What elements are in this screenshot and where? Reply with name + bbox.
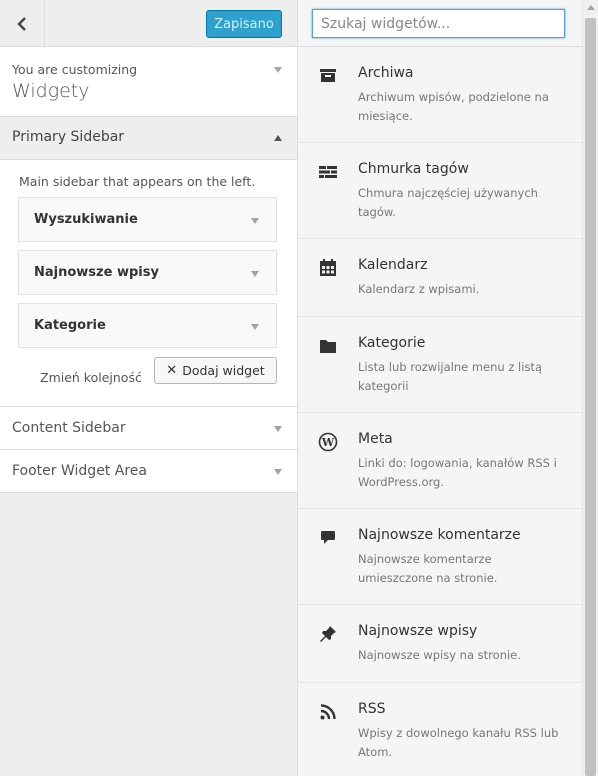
wordpress-icon: W	[318, 432, 338, 452]
widget-description: Najnowsze komentarze umieszczone na stro…	[358, 552, 498, 585]
tag-cloud-icon	[319, 166, 337, 178]
available-widget-meta[interactable]: W Meta Linki do: logowania, kanałów RSS …	[298, 413, 582, 509]
primary-sidebar-content: Main sidebar that appears on the left. W…	[0, 160, 297, 407]
chevron-down-icon[interactable]	[251, 271, 259, 277]
widget-title: RSS	[358, 701, 386, 717]
widget-item-search[interactable]: Wyszukiwanie	[18, 197, 277, 242]
comment-icon	[321, 531, 335, 544]
widget-item-recent-posts[interactable]: Najnowsze wpisy	[18, 250, 277, 295]
section-footer-widget-area[interactable]: Footer Widget Area	[0, 450, 297, 493]
section-content-sidebar[interactable]: Content Sidebar	[0, 407, 297, 450]
primary-sidebar-description: Main sidebar that appears on the left.	[19, 174, 256, 189]
widget-description: Chmura najczęściej używanych tagów.	[358, 186, 538, 219]
back-button[interactable]	[0, 0, 45, 47]
widget-title: Kalendarz	[358, 257, 428, 273]
available-widget-calendar[interactable]: Kalendarz Kalendarz z wpisami.	[298, 239, 582, 317]
section-title: Footer Widget Area	[12, 463, 147, 479]
widget-item-categories[interactable]: Kategorie	[18, 303, 277, 348]
available-widget-recent-posts[interactable]: Najnowsze wpisy Najnowsze wpisy na stron…	[298, 605, 582, 683]
widget-description: Wpisy z dowolnego kanału RSS lub Atom.	[358, 726, 559, 759]
widget-description: Linki do: logowania, kanałów RSS i WordP…	[358, 456, 557, 489]
widget-title: Kategorie	[358, 335, 426, 351]
folder-icon	[320, 340, 336, 353]
chevron-down-icon	[274, 469, 282, 475]
search-input[interactable]	[312, 9, 565, 38]
widget-search-bar	[298, 0, 582, 47]
widget-description: Archiwum wpisów, podzielone na miesiące.	[358, 90, 549, 123]
primary-sidebar-title: Primary Sidebar	[12, 129, 125, 145]
archive-icon	[320, 69, 336, 82]
calendar-icon	[320, 259, 336, 276]
chevron-down-icon[interactable]	[274, 67, 282, 73]
scrollbar-thumb[interactable]	[585, 18, 596, 776]
widget-title: Najnowsze wpisy	[358, 623, 478, 639]
widget-description: Kalendarz z wpisami.	[358, 282, 480, 296]
customizer-panel: Zapisano You are customizing Widgety Pri…	[0, 0, 298, 776]
scroll-up-icon[interactable]	[587, 5, 595, 10]
available-widgets-panel: Archiwa Archiwum wpisów, podzielone na m…	[298, 0, 582, 776]
saved-button[interactable]: Zapisano	[206, 10, 282, 38]
pin-icon	[320, 626, 336, 642]
customizing-info: You are customizing Widgety	[0, 47, 297, 117]
widget-label: Wyszukiwanie	[34, 212, 138, 227]
scrollbar[interactable]	[582, 0, 598, 776]
widget-label: Najnowsze wpisy	[34, 265, 159, 280]
reorder-link[interactable]: Zmień kolejność	[40, 370, 142, 385]
primary-sidebar-header[interactable]: Primary Sidebar	[0, 117, 297, 160]
available-widget-tag-cloud[interactable]: Chmurka tagów Chmura najczęściej używany…	[298, 143, 582, 239]
rss-icon	[320, 704, 336, 720]
add-widget-button[interactable]: ✕ Dodaj widget	[154, 357, 277, 384]
available-widget-archives[interactable]: Archiwa Archiwum wpisów, podzielone na m…	[298, 47, 582, 143]
chevron-down-icon[interactable]	[251, 218, 259, 224]
available-widget-rss[interactable]: RSS Wpisy z dowolnego kanału RSS lub Ato…	[298, 683, 582, 776]
chevron-up-icon	[274, 135, 282, 141]
widget-description: Najnowsze wpisy na stronie.	[358, 648, 521, 662]
page-title: Widgety	[12, 80, 90, 102]
widget-title: Meta	[358, 431, 393, 447]
available-widget-recent-comments[interactable]: Najnowsze komentarze Najnowsze komentarz…	[298, 509, 582, 605]
available-widget-categories[interactable]: Kategorie Lista lub rozwijalne menu z li…	[298, 317, 582, 413]
chevron-down-icon[interactable]	[251, 324, 259, 330]
widget-description: Lista lub rozwijalne menu z listą katego…	[358, 360, 542, 393]
widget-title: Archiwa	[358, 65, 414, 81]
customizing-label: You are customizing	[12, 62, 138, 77]
chevron-down-icon	[274, 426, 282, 432]
svg-text:W: W	[321, 436, 335, 449]
widget-label: Kategorie	[34, 318, 106, 333]
section-title: Content Sidebar	[12, 420, 126, 436]
chevron-left-icon	[17, 16, 26, 31]
add-widget-label: Dodaj widget	[182, 363, 265, 378]
close-icon: ✕	[166, 363, 178, 378]
customizer-header: Zapisano	[0, 0, 297, 47]
widget-title: Chmurka tagów	[358, 161, 469, 177]
widget-title: Najnowsze komentarze	[358, 527, 521, 543]
